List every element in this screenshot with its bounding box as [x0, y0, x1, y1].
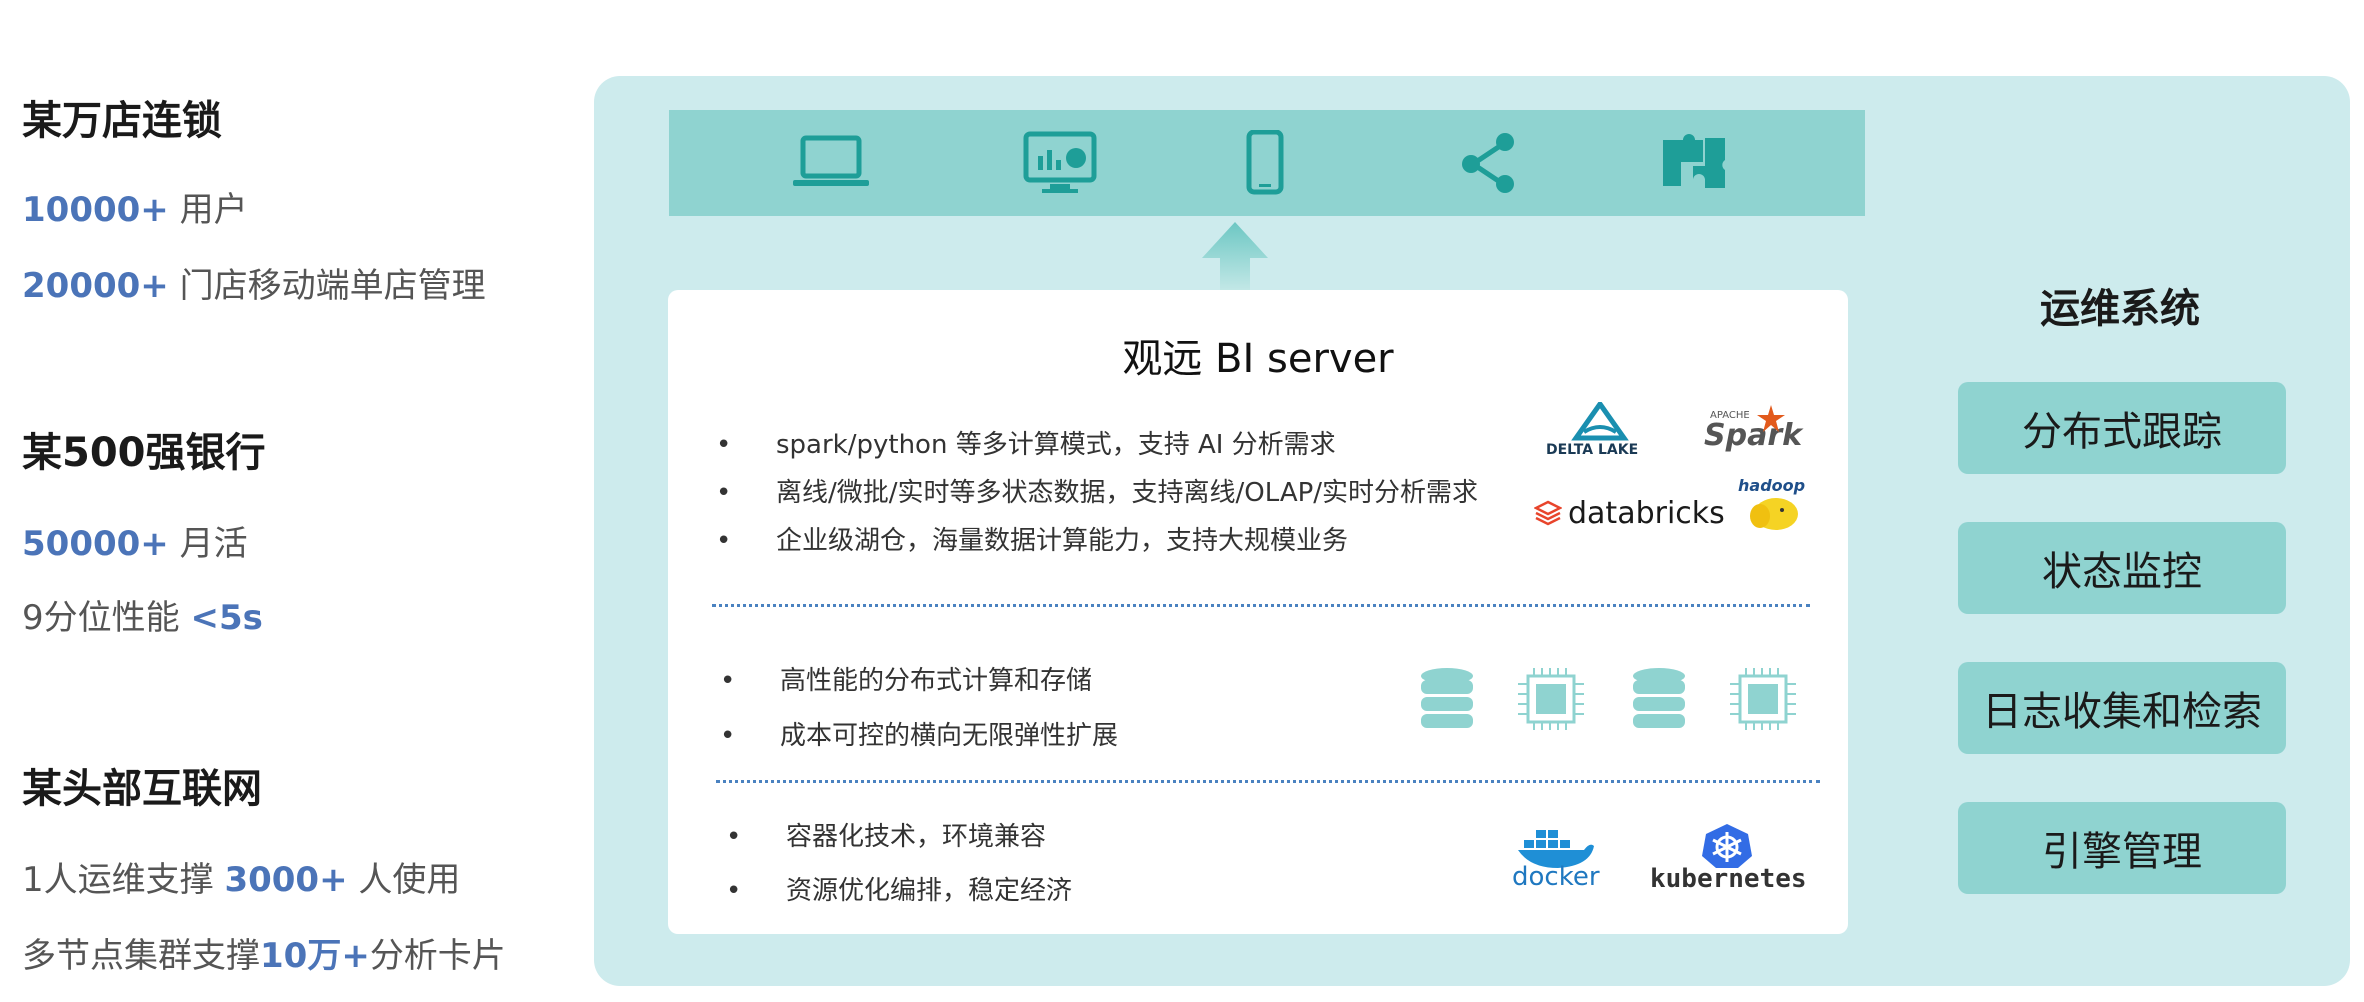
spark-star-icon [1757, 405, 1785, 432]
list-item: • 高性能的分布式计算和存储 [720, 666, 1093, 696]
case-stat: 多节点集群支撑10万+分析卡片 [22, 928, 506, 977]
stat-highlight: 3000+ [224, 860, 348, 900]
case-stat: 20000+ 门店移动端单店管理 [22, 258, 486, 307]
stat-text: 门店移动端单店管理 [168, 266, 486, 306]
stat-highlight: 10000+ [22, 190, 169, 230]
stat-highlight: 50000+ [22, 524, 169, 564]
databricks-label: databricks [1568, 496, 1725, 531]
server-title: 观远 BI server [1122, 336, 1394, 382]
stat-prefix: 1人运维支撑 [22, 860, 225, 900]
stat-text: 分析卡片 [369, 936, 506, 976]
cpu-chip-icon [1518, 668, 1584, 730]
puzzle-icon [1663, 134, 1725, 188]
stat-prefix: 多节点集群支撑 [22, 936, 260, 976]
database-icon [1633, 668, 1685, 728]
case-title: 某头部互联网 [22, 766, 262, 812]
databricks-icon [1534, 500, 1562, 526]
kubernetes-label: kubernetes [1650, 864, 1807, 894]
case-stat: 1人运维支撑 3000+ 人使用 [22, 852, 460, 901]
mobile-phone-icon [1246, 130, 1284, 195]
stat-highlight: 10万+ [260, 936, 370, 976]
stat-prefix: 9分位性能 [22, 598, 191, 638]
case-stat: 9分位性能 <5s [22, 590, 263, 639]
kubernetes-icon [1702, 824, 1752, 868]
list-item: • 离线/微批/实时等多状态数据，支持离线/OLAP/实时分析需求 [716, 478, 1479, 508]
client-icon-bar [669, 110, 1865, 216]
stat-text: 月活 [168, 524, 248, 564]
ops-item-distributed-tracing[interactable]: 分布式跟踪 [1958, 382, 2286, 474]
list-item: • 成本可控的横向无限弹性扩展 [720, 721, 1119, 751]
stat-text: 人使用 [347, 860, 461, 900]
ops-item-engine-management[interactable]: 引擎管理 [1958, 802, 2286, 894]
database-icon [1421, 668, 1473, 728]
stat-highlight: <5s [190, 598, 263, 638]
docker-label: docker [1512, 862, 1600, 892]
case-title: 某万店连锁 [22, 98, 222, 144]
hadoop-elephant-icon [1750, 498, 1798, 530]
list-item: • 容器化技术，环境兼容 [726, 822, 1047, 852]
stat-highlight: 20000+ [22, 266, 169, 306]
laptop-icon [793, 135, 869, 186]
share-icon [1462, 133, 1514, 193]
section-divider [716, 780, 1820, 783]
delta-lake-label: DELTA LAKE [1546, 442, 1639, 458]
ops-title: 运维系统 [2040, 286, 2200, 332]
section-divider [712, 604, 1810, 607]
cpu-chip-icon [1730, 668, 1796, 730]
dashboard-monitor-icon [1023, 131, 1097, 193]
case-title: 某500强银行 [22, 430, 266, 476]
spark-label: Spark [1704, 418, 1803, 453]
ops-item-status-monitoring[interactable]: 状态监控 [1958, 522, 2286, 614]
stat-text: 用户 [168, 190, 248, 230]
list-item: • spark/python 等多计算模式，支持 AI 分析需求 [716, 430, 1336, 460]
ops-item-log-collection[interactable]: 日志收集和检索 [1958, 662, 2286, 754]
list-item: • 企业级湖仓，海量数据计算能力，支持大规模业务 [716, 526, 1349, 556]
case-stat: 10000+ 用户 [22, 182, 248, 231]
case-stat: 50000+ 月活 [22, 516, 248, 565]
list-item: • 资源优化编排，稳定经济 [726, 876, 1073, 906]
hadoop-label: hadoop [1738, 476, 1806, 495]
